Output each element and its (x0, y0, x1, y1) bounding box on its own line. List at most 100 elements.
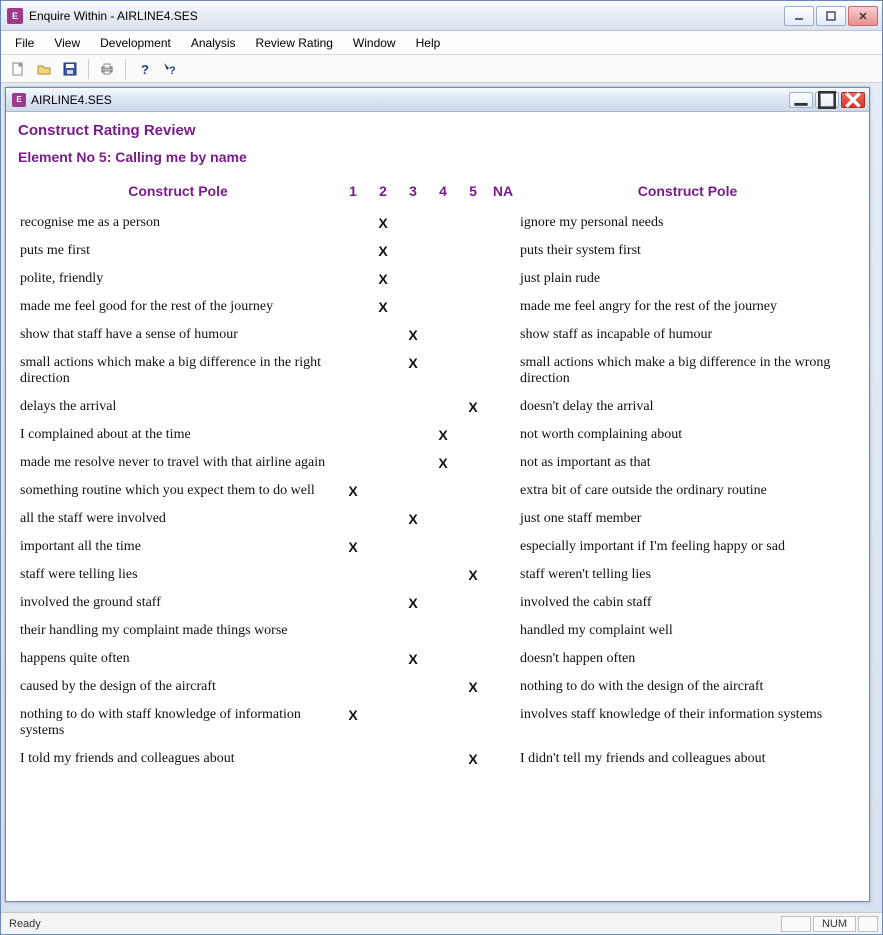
rating-cell[interactable] (338, 209, 368, 237)
print-button[interactable] (96, 58, 118, 80)
rating-cell[interactable] (488, 701, 518, 745)
rating-cell[interactable] (338, 349, 368, 393)
rating-cell[interactable] (338, 293, 368, 321)
rating-cell[interactable] (458, 209, 488, 237)
menu-review-rating[interactable]: Review Rating (246, 33, 343, 53)
rating-cell[interactable] (458, 533, 488, 561)
rating-cell[interactable]: X (338, 533, 368, 561)
rating-cell[interactable] (458, 589, 488, 617)
rating-cell[interactable] (428, 209, 458, 237)
rating-cell[interactable] (338, 589, 368, 617)
rating-cell[interactable] (428, 561, 458, 589)
rating-cell[interactable] (458, 237, 488, 265)
rating-cell[interactable] (368, 449, 398, 477)
new-file-button[interactable] (7, 58, 29, 80)
rating-cell[interactable] (368, 421, 398, 449)
rating-cell[interactable] (368, 561, 398, 589)
rating-cell[interactable] (338, 561, 368, 589)
rating-cell[interactable] (368, 349, 398, 393)
rating-cell[interactable] (458, 645, 488, 673)
rating-cell[interactable] (488, 265, 518, 293)
rating-cell[interactable] (338, 673, 368, 701)
child-minimize-button[interactable] (789, 92, 813, 108)
rating-cell[interactable] (338, 265, 368, 293)
rating-cell[interactable] (428, 673, 458, 701)
rating-cell[interactable] (368, 745, 398, 773)
rating-cell[interactable] (488, 321, 518, 349)
rating-cell[interactable] (428, 477, 458, 505)
rating-cell[interactable]: X (398, 505, 428, 533)
rating-cell[interactable] (488, 393, 518, 421)
rating-cell[interactable] (428, 293, 458, 321)
rating-cell[interactable] (398, 745, 428, 773)
rating-cell[interactable] (368, 589, 398, 617)
rating-cell[interactable] (488, 421, 518, 449)
rating-cell[interactable]: X (458, 745, 488, 773)
menu-analysis[interactable]: Analysis (181, 33, 246, 53)
rating-cell[interactable] (368, 393, 398, 421)
rating-cell[interactable] (488, 209, 518, 237)
rating-cell[interactable] (398, 237, 428, 265)
rating-cell[interactable] (428, 393, 458, 421)
rating-cell[interactable] (488, 745, 518, 773)
rating-cell[interactable] (338, 505, 368, 533)
rating-cell[interactable]: X (458, 561, 488, 589)
rating-cell[interactable] (398, 265, 428, 293)
help-about-button[interactable]: ? (133, 58, 155, 80)
rating-cell[interactable]: X (368, 293, 398, 321)
menu-view[interactable]: View (44, 33, 90, 53)
rating-cell[interactable] (458, 477, 488, 505)
rating-cell[interactable] (488, 589, 518, 617)
rating-cell[interactable] (398, 617, 428, 645)
rating-cell[interactable] (398, 477, 428, 505)
help-context-button[interactable]: ? (159, 58, 181, 80)
minimize-button[interactable] (784, 6, 814, 26)
rating-cell[interactable] (458, 617, 488, 645)
child-maximize-button[interactable] (815, 92, 839, 108)
menu-window[interactable]: Window (343, 33, 406, 53)
rating-cell[interactable] (368, 673, 398, 701)
rating-cell[interactable] (458, 421, 488, 449)
rating-cell[interactable] (398, 533, 428, 561)
rating-cell[interactable]: X (458, 673, 488, 701)
rating-cell[interactable] (488, 673, 518, 701)
rating-cell[interactable] (398, 673, 428, 701)
rating-cell[interactable] (428, 745, 458, 773)
rating-cell[interactable] (488, 617, 518, 645)
rating-cell[interactable] (428, 533, 458, 561)
rating-cell[interactable] (458, 321, 488, 349)
rating-cell[interactable] (398, 421, 428, 449)
rating-cell[interactable] (398, 209, 428, 237)
rating-cell[interactable] (368, 477, 398, 505)
rating-cell[interactable] (338, 745, 368, 773)
rating-cell[interactable]: X (398, 349, 428, 393)
rating-cell[interactable] (398, 449, 428, 477)
rating-cell[interactable] (398, 701, 428, 745)
rating-cell[interactable] (368, 505, 398, 533)
rating-cell[interactable] (488, 477, 518, 505)
maximize-button[interactable] (816, 6, 846, 26)
rating-cell[interactable] (338, 393, 368, 421)
rating-cell[interactable] (368, 645, 398, 673)
rating-cell[interactable]: X (338, 701, 368, 745)
rating-cell[interactable] (368, 617, 398, 645)
close-button[interactable] (848, 6, 878, 26)
rating-cell[interactable]: X (338, 477, 368, 505)
rating-cell[interactable] (488, 533, 518, 561)
rating-cell[interactable]: X (428, 449, 458, 477)
rating-cell[interactable] (488, 449, 518, 477)
rating-cell[interactable] (428, 617, 458, 645)
rating-cell[interactable] (488, 237, 518, 265)
rating-cell[interactable] (428, 349, 458, 393)
menu-file[interactable]: File (5, 33, 44, 53)
rating-cell[interactable] (488, 349, 518, 393)
rating-cell[interactable]: X (428, 421, 458, 449)
rating-cell[interactable] (338, 421, 368, 449)
rating-cell[interactable] (488, 561, 518, 589)
rating-cell[interactable] (458, 701, 488, 745)
rating-cell[interactable] (488, 505, 518, 533)
rating-cell[interactable] (428, 321, 458, 349)
rating-cell[interactable] (428, 237, 458, 265)
rating-cell[interactable] (458, 265, 488, 293)
rating-cell[interactable] (338, 321, 368, 349)
